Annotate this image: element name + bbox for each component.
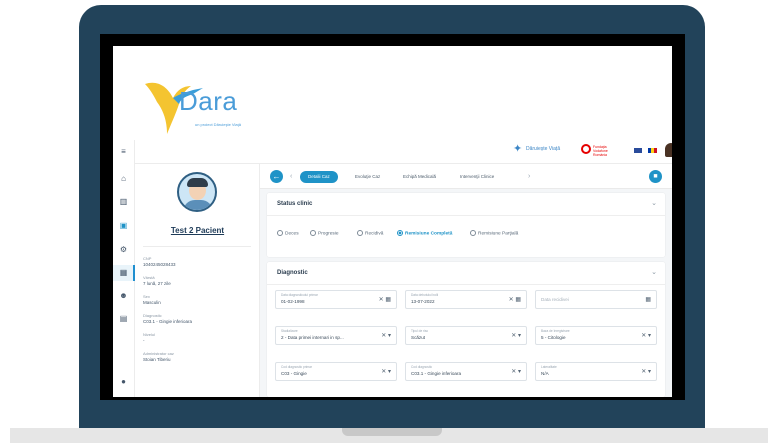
divider bbox=[267, 215, 665, 216]
date-onset-field[interactable]: Data debutului bolii 13-07-2022 ✕ ▦ bbox=[405, 290, 527, 309]
clear-calendar-icon[interactable]: ✕ ▦ bbox=[379, 296, 391, 303]
top-bar: ✦ Dăruiește Viață Fundaţia Vodafone Româ… bbox=[135, 140, 672, 164]
patient-field-value: C03.1 - Gingie inferioara bbox=[143, 319, 193, 324]
radio-remisiune-partiala[interactable]: Remisiune Parţială bbox=[470, 230, 518, 238]
app-screen: Dara un proiect Dăruieşte Viaţă ✦ Dăruie… bbox=[113, 46, 672, 397]
partner-bird-icon: ✦ bbox=[513, 143, 523, 155]
clear-dropdown-icon[interactable]: ✕ ▾ bbox=[511, 332, 521, 339]
clear-dropdown-icon[interactable]: ✕ ▾ bbox=[381, 368, 391, 375]
users-icon[interactable]: ☻ bbox=[118, 290, 129, 301]
brand-tagline: un proiect Dăruieşte Viaţă bbox=[195, 122, 241, 127]
laptop-notch bbox=[342, 428, 442, 436]
patient-field-value: - bbox=[143, 338, 145, 343]
tab-evolutie-caz[interactable]: Evoluţie Caz bbox=[355, 171, 380, 183]
diagnostic-title: Diagnostic bbox=[277, 270, 308, 276]
document-icon[interactable]: ▤ bbox=[118, 313, 129, 324]
radio-circle-icon bbox=[277, 230, 283, 236]
patient-field-label: Nivelul bbox=[143, 332, 156, 337]
info-icon[interactable]: ● bbox=[118, 376, 129, 387]
chart-icon[interactable]: ▥ bbox=[118, 196, 129, 207]
user-avatar[interactable] bbox=[665, 143, 672, 157]
uk-flag-icon[interactable] bbox=[634, 148, 642, 153]
radio-circle-icon bbox=[357, 230, 363, 236]
clear-dropdown-icon[interactable]: ✕ ▾ bbox=[641, 368, 651, 375]
patient-field-value: Masculin bbox=[143, 300, 161, 305]
patient-field-label: CNP bbox=[143, 256, 152, 261]
tabs-scroll-right-icon[interactable]: › bbox=[528, 170, 530, 183]
radio-recidiva[interactable]: Recidivă bbox=[357, 230, 383, 238]
collapse-chevron-icon[interactable]: ⌄ bbox=[651, 268, 657, 276]
calendar-icon[interactable]: ▦ bbox=[645, 296, 651, 303]
risk-type-select[interactable]: Tipul de risc Scăzut ✕ ▾ bbox=[405, 326, 527, 345]
home-icon[interactable]: ⌂ bbox=[118, 173, 129, 184]
clear-dropdown-icon[interactable]: ✕ ▾ bbox=[511, 368, 521, 375]
tabs-bar: ← ‹ Detalii Caz Evoluţie Caz Echipă Medi… bbox=[260, 164, 672, 189]
partner-logo-text: Dăruiește Viață bbox=[526, 146, 561, 152]
tabs-scroll-left-icon[interactable]: ‹ bbox=[290, 170, 292, 183]
diagnostic-card: Diagnostic ⌄ Data diagnosticului primar … bbox=[267, 262, 665, 397]
brand-name: Dara bbox=[179, 86, 238, 116]
patient-field-value: Stoian Tiberiu bbox=[143, 357, 171, 362]
vodafone-logo-text: Fundaţia Vodafone România bbox=[593, 145, 608, 157]
clear-dropdown-icon[interactable]: ✕ ▾ bbox=[641, 332, 651, 339]
date-recurrence-field[interactable]: Data recidivei ▦ bbox=[535, 290, 657, 309]
patient-field-label: Sex bbox=[143, 294, 150, 299]
tab-interventii-clinice[interactable]: Intervenţii Clinice bbox=[460, 171, 494, 183]
radio-circle-icon bbox=[470, 230, 476, 236]
date-primary-diagnosis-field[interactable]: Data diagnosticului primar 01-02-1998 ✕ … bbox=[275, 290, 397, 309]
status-clinic-card: Status clinic ⌄ Deces Progresie Recidivă… bbox=[267, 193, 665, 257]
sidebar: ≡ ⌂ ▥ ▣ ⚙ ▦ ☻ ▤ ● bbox=[113, 140, 135, 397]
registration-basis-select[interactable]: Baza de înregistrare 5 - Citologie ✕ ▾ bbox=[535, 326, 657, 345]
tab-detalii-caz[interactable]: Detalii Caz bbox=[300, 171, 338, 183]
vodafone-logo-icon bbox=[581, 144, 591, 154]
clear-calendar-icon[interactable]: ✕ ▦ bbox=[509, 296, 521, 303]
patient-file-icon[interactable]: ▣ bbox=[118, 220, 129, 231]
main-content: ← ‹ Detalii Caz Evoluţie Caz Echipă Medi… bbox=[260, 164, 672, 397]
ro-flag-icon[interactable] bbox=[648, 148, 657, 153]
diagnosis-code-select[interactable]: Cod diagnostic C03.1 - Gingie inferioara… bbox=[405, 362, 527, 381]
calendar-icon[interactable]: ▦ bbox=[118, 267, 129, 278]
divider bbox=[143, 246, 251, 247]
laptop-mockup: Dara un proiect Dăruieşte Viaţă ✦ Dăruie… bbox=[0, 0, 776, 443]
settings-icon[interactable]: ⚙ bbox=[118, 244, 129, 255]
patient-avatar bbox=[177, 172, 217, 212]
radio-deces[interactable]: Deces bbox=[277, 230, 299, 238]
patient-field-value: 7 lună, 27 zile bbox=[143, 281, 171, 286]
divider bbox=[267, 284, 665, 285]
clear-dropdown-icon[interactable]: ✕ ▾ bbox=[381, 332, 391, 339]
radio-selected-icon bbox=[397, 230, 403, 236]
patient-field-label: Vârstă bbox=[143, 275, 155, 280]
radio-circle-icon bbox=[310, 230, 316, 236]
staging-select[interactable]: Stadializare 2 - Data primei internari i… bbox=[275, 326, 397, 345]
collapse-chevron-icon[interactable]: ⌄ bbox=[651, 199, 657, 207]
radio-remisiune-completa[interactable]: Remisiune Completă bbox=[397, 230, 452, 238]
tab-echipa-medicala[interactable]: Echipă Medicală bbox=[403, 171, 436, 183]
radio-progresie[interactable]: Progresie bbox=[310, 230, 339, 238]
patient-panel: Test 2 Pacient CNP 1040245028433 Vârstă … bbox=[135, 164, 260, 397]
status-clinic-title: Status clinic bbox=[277, 201, 313, 207]
patient-name[interactable]: Test 2 Pacient bbox=[135, 226, 260, 235]
save-button[interactable]: ■ bbox=[649, 170, 662, 183]
laterality-select[interactable]: Lateralitate N/A ✕ ▾ bbox=[535, 362, 657, 381]
patient-field-label: Diagnostic bbox=[143, 313, 162, 318]
patient-field-label: Administrator caz bbox=[143, 351, 174, 356]
back-button[interactable]: ← bbox=[270, 170, 283, 183]
patient-field-value: 1040245028433 bbox=[143, 262, 176, 267]
menu-icon[interactable]: ≡ bbox=[118, 146, 129, 157]
primary-diagnosis-code-select[interactable]: Cod diagnostic primar C03 - Gingie ✕ ▾ bbox=[275, 362, 397, 381]
